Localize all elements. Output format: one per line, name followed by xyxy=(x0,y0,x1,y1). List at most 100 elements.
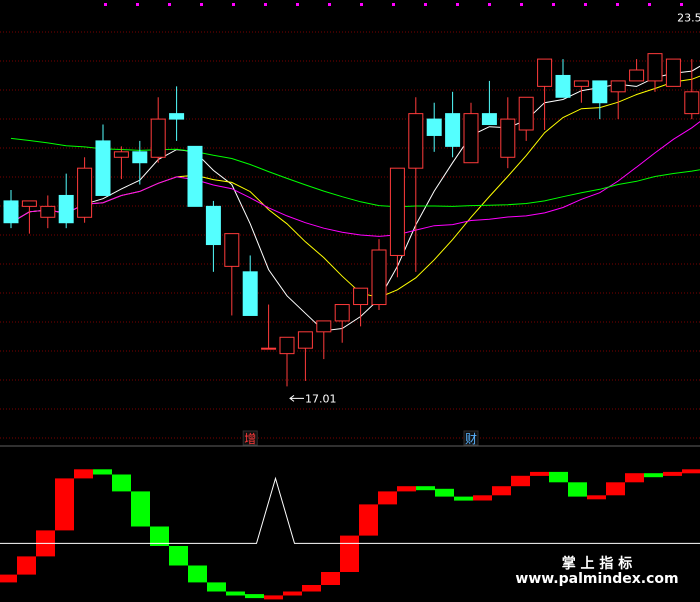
candle-body xyxy=(408,113,424,169)
watermark-title: 掌 上 指 标 xyxy=(562,555,633,572)
indicator-block xyxy=(74,469,93,479)
candle-body xyxy=(555,74,571,98)
candle-body xyxy=(610,80,626,93)
indicator-block xyxy=(321,572,340,585)
indicator-block xyxy=(530,471,549,476)
candle xyxy=(40,195,56,229)
candle xyxy=(205,200,221,272)
ma60-line xyxy=(10,137,700,208)
marker-dot xyxy=(392,3,395,6)
indicator-block xyxy=(169,546,188,566)
indicator-block xyxy=(511,475,530,487)
candle xyxy=(665,58,681,87)
indicator-block xyxy=(131,491,150,527)
marker-dot xyxy=(328,3,331,6)
candle xyxy=(629,59,645,82)
marker-dot xyxy=(360,3,363,6)
max-price-label: 23.56 xyxy=(677,11,700,24)
indicator-block xyxy=(226,591,245,596)
indicator-block xyxy=(283,591,302,596)
candle-body xyxy=(334,304,350,322)
candle-body xyxy=(647,53,663,82)
candle xyxy=(500,97,516,169)
candle-body xyxy=(665,58,681,87)
indicator-block xyxy=(663,471,682,476)
indicator-block xyxy=(17,556,36,575)
marker-dot xyxy=(136,3,139,6)
indicator-block xyxy=(606,482,625,496)
candle-body xyxy=(40,205,56,218)
candle xyxy=(555,59,571,98)
candle-body xyxy=(58,194,74,224)
candle xyxy=(279,336,295,387)
candle-body xyxy=(481,113,497,126)
indicator-block xyxy=(264,595,283,600)
candle xyxy=(21,200,37,234)
indicator-block xyxy=(473,495,492,501)
indicator-block xyxy=(644,473,663,478)
stock-chart[interactable]: 23.56 17.01 增 财 掌 上 指 标 www.palmindex.com xyxy=(0,0,700,602)
candle-body xyxy=(445,113,461,147)
candle xyxy=(592,80,608,120)
indicator-block xyxy=(416,486,435,491)
indicator-block xyxy=(568,482,587,497)
indicator-signal-line xyxy=(0,476,700,544)
marker-dot xyxy=(264,3,267,6)
candlestick-series[interactable] xyxy=(3,10,700,387)
marker-dot xyxy=(200,3,203,6)
indicator-block xyxy=(435,488,454,497)
indicator-block xyxy=(454,496,473,501)
marker-dot xyxy=(520,3,523,6)
candle xyxy=(187,145,203,207)
indicator-block xyxy=(625,473,644,483)
indicator-block xyxy=(549,471,568,483)
candle-body xyxy=(224,233,240,267)
candle-body xyxy=(261,347,277,350)
candle-body xyxy=(316,320,332,333)
watermark: 掌 上 指 标 www.palmindex.com xyxy=(515,555,678,587)
candle-body xyxy=(353,287,369,306)
indicator-block xyxy=(93,469,112,475)
indicator-block xyxy=(245,594,264,599)
candle-body xyxy=(113,151,129,158)
watermark-url: www.palmindex.com xyxy=(515,571,678,587)
candle xyxy=(426,102,442,152)
candle-body xyxy=(205,205,221,246)
candle-body xyxy=(187,145,203,207)
candle-body xyxy=(21,200,37,207)
event-tag[interactable]: 财 xyxy=(463,430,479,446)
candle xyxy=(3,190,19,229)
candle xyxy=(463,102,479,164)
indicator-block xyxy=(188,565,207,583)
top-marker-dots xyxy=(104,3,683,6)
candle xyxy=(95,124,111,196)
candle-body xyxy=(77,167,93,218)
indicator-block xyxy=(55,478,74,531)
candle-body xyxy=(629,69,645,82)
candle-body xyxy=(3,200,19,224)
candle-body xyxy=(95,140,111,196)
marker-dot xyxy=(488,3,491,6)
candle xyxy=(481,80,497,126)
candle xyxy=(316,320,332,360)
marker-dot xyxy=(424,3,427,6)
candle-body xyxy=(150,118,166,158)
indicator-block xyxy=(492,486,511,496)
indicator-block xyxy=(682,469,700,474)
candle xyxy=(573,80,589,103)
event-tag[interactable]: 增 xyxy=(242,430,258,446)
candle xyxy=(647,53,663,92)
candle-body xyxy=(518,96,534,131)
marker-dot xyxy=(168,3,171,6)
candle-body xyxy=(573,80,589,87)
min-price-arrow xyxy=(289,394,304,402)
candle-body xyxy=(242,271,258,316)
marker-dot xyxy=(456,3,459,6)
indicator-block xyxy=(359,504,378,536)
candle-body xyxy=(169,113,185,120)
marker-dot xyxy=(616,3,619,6)
candle xyxy=(371,239,387,310)
indicator-block xyxy=(207,582,226,592)
candle xyxy=(353,287,369,327)
candle xyxy=(297,331,313,381)
